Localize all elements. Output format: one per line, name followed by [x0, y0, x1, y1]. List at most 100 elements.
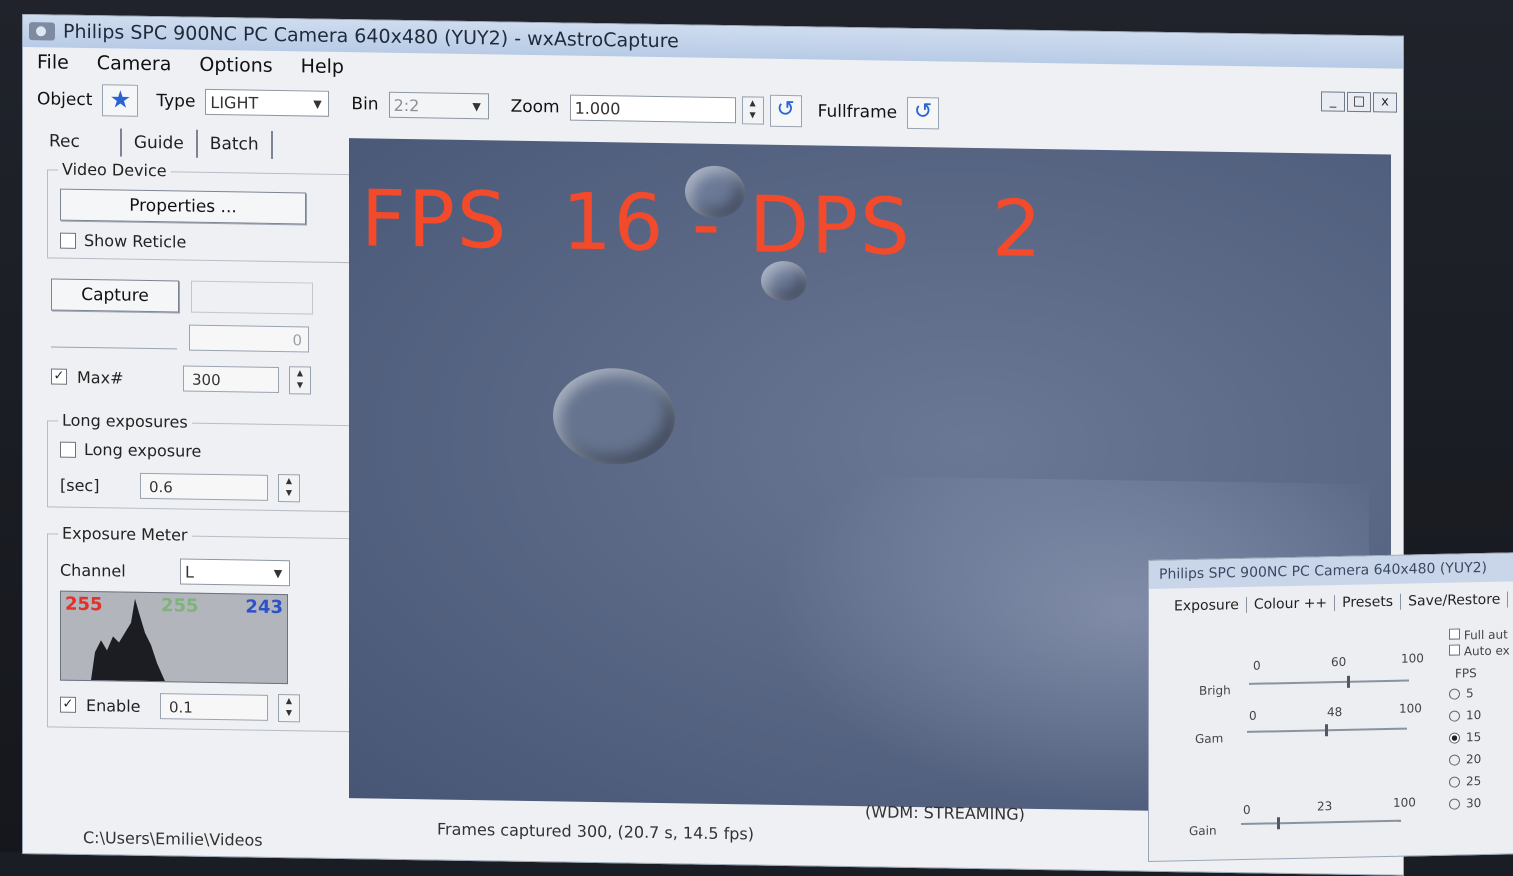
gamma-label: Gam — [1195, 731, 1224, 747]
fps-option-label: 25 — [1466, 774, 1482, 789]
histogram-mid-value: 255 — [161, 595, 199, 617]
zoom-stepper[interactable]: ▲ ▼ — [741, 96, 764, 125]
gamma-thumb[interactable] — [1325, 724, 1328, 737]
gain-value: 23 — [1317, 799, 1333, 814]
sec-stepper[interactable]: ▲ ▼ — [278, 474, 300, 503]
fps-option-label: 30 — [1466, 796, 1482, 811]
fullframe-button[interactable]: ↺ — [907, 96, 940, 130]
enable-input[interactable]: 0.1 — [160, 693, 268, 721]
enable-stepper[interactable]: ▲ ▼ — [278, 694, 300, 723]
gain-thumb[interactable] — [1277, 817, 1280, 830]
full-auto-row: Full aut — [1449, 627, 1508, 642]
menu-camera[interactable]: Camera — [97, 52, 172, 75]
brightness-max: 100 — [1401, 651, 1424, 666]
radio-icon — [1449, 776, 1460, 788]
chevron-down-icon: ▼ — [313, 97, 322, 111]
zoom-label: Zoom — [510, 96, 560, 118]
gamma-max: 100 — [1399, 701, 1422, 716]
video-device-title: Video Device — [58, 159, 171, 181]
bin-select[interactable]: 2:2 ▼ — [388, 91, 489, 120]
window-title: Philips SPC 900NC PC Camera 640x480 (YUY… — [63, 20, 679, 53]
exposure-meter-group: Exposure Meter Channel L ▼ 255 255 243 ✓… — [47, 523, 353, 733]
close-button[interactable]: x — [1373, 92, 1397, 113]
fps-overlay: FPS 16 - DPS 2 — [361, 174, 1044, 276]
max-row: ✓ Max# 300 ▲ ▼ — [51, 362, 357, 395]
camera-app-icon — [29, 22, 55, 41]
show-reticle-checkbox[interactable] — [60, 232, 76, 249]
gain-slider[interactable] — [1241, 819, 1401, 826]
fps-option-5[interactable]: 5 — [1449, 686, 1474, 701]
enable-row: ✓ Enable 0.1 ▲ ▼ — [60, 691, 342, 723]
status-path: C:\Users\Emilie\Videos — [83, 827, 263, 850]
max-input[interactable]: 300 — [183, 365, 279, 394]
status-frames: Frames captured 300, (20.7 s, 14.5 fps) — [437, 819, 755, 844]
minimize-button[interactable]: _ — [1321, 91, 1345, 112]
tab-batch[interactable]: Batch — [197, 129, 273, 159]
type-label: Type — [156, 91, 196, 112]
long-exposures-title: Long exposures — [58, 410, 192, 432]
auto-exposure-checkbox[interactable] — [1449, 644, 1460, 656]
long-exposure-row: Long exposure — [60, 440, 342, 463]
tab-presets[interactable]: Presets — [1335, 593, 1402, 612]
object-star-button[interactable]: ★ — [102, 84, 139, 117]
histogram-right-value: 243 — [245, 596, 283, 619]
channel-select[interactable]: L ▼ — [180, 558, 290, 587]
maximize-button[interactable]: □ — [1347, 91, 1371, 113]
menu-options[interactable]: Options — [199, 54, 272, 77]
gain-label: Gain — [1189, 823, 1217, 839]
zoom-input[interactable]: 1.000 — [569, 94, 736, 124]
video-device-group: Video Device Properties ... Show Reticle — [47, 159, 353, 264]
fps-group-title: FPS — [1455, 666, 1477, 681]
capture-button[interactable]: Capture — [51, 278, 179, 313]
full-auto-label: Full aut — [1463, 627, 1508, 643]
radio-icon — [1449, 710, 1460, 722]
max-stepper[interactable]: ▲ ▼ — [289, 366, 311, 395]
menu-help[interactable]: Help — [301, 55, 344, 78]
enable-label: Enable — [86, 695, 141, 716]
fps-option-20[interactable]: 20 — [1449, 752, 1481, 767]
sec-input[interactable]: 0.6 — [140, 472, 268, 501]
tab-colour[interactable]: Colour ++ — [1246, 595, 1336, 613]
sec-row: [sec] 0.6 ▲ ▼ — [60, 471, 342, 503]
brightness-slider[interactable] — [1249, 679, 1409, 685]
tab-exposure[interactable]: Exposure — [1167, 596, 1247, 615]
long-exposures-group: Long exposures Long exposure [sec] 0.6 ▲… — [47, 410, 353, 513]
fps-option-10[interactable]: 10 — [1449, 708, 1481, 723]
fps-option-15[interactable]: 15 — [1449, 730, 1481, 745]
radio-icon — [1449, 688, 1460, 700]
properties-button[interactable]: Properties ... — [60, 188, 306, 225]
fps-option-30[interactable]: 30 — [1449, 796, 1481, 811]
gamma-value: 48 — [1327, 704, 1343, 720]
brightness-min: 0 — [1253, 658, 1261, 673]
histogram-left-value: 255 — [65, 593, 103, 616]
undo-arrow-icon: ↺ — [776, 96, 795, 123]
enable-checkbox[interactable]: ✓ — [60, 696, 76, 713]
fullframe-label: Fullframe — [817, 101, 898, 123]
type-value: LIGHT — [210, 92, 259, 113]
fps-option-25[interactable]: 25 — [1449, 774, 1481, 789]
tab-rec[interactable]: Rec — [37, 127, 122, 157]
full-auto-checkbox[interactable] — [1449, 628, 1460, 640]
camera-properties-window: Philips SPC 900NC PC Camera 640x480 (YUY… — [1148, 551, 1513, 862]
max-label: Max# — [77, 367, 124, 388]
zoom-reset-button[interactable]: ↺ — [769, 94, 802, 128]
tab-save-restore[interactable]: Save/Restore — [1401, 591, 1509, 610]
radio-icon — [1449, 798, 1460, 810]
zoom-value: 1.000 — [574, 98, 621, 118]
crater — [553, 367, 675, 466]
capture-status-box — [191, 280, 313, 315]
capture-section: Capture 0 ✓ Max# 300 ▲ ▼ — [51, 278, 357, 395]
object-label: Object — [37, 89, 93, 111]
gain-max: 100 — [1393, 795, 1416, 810]
long-exposure-checkbox[interactable] — [60, 441, 76, 458]
auto-exposure-label: Auto ex — [1463, 643, 1510, 659]
sec-label: [sec] — [60, 475, 100, 495]
max-checkbox[interactable]: ✓ — [51, 368, 67, 385]
menu-file[interactable]: File — [37, 51, 69, 73]
tab-guide[interactable]: Guide — [121, 128, 198, 158]
type-select[interactable]: LIGHT ▼ — [205, 88, 330, 117]
show-reticle-label: Show Reticle — [84, 230, 187, 252]
chevron-down-icon: ▼ — [472, 99, 481, 113]
gamma-min: 0 — [1249, 708, 1257, 723]
brightness-thumb[interactable] — [1347, 675, 1350, 688]
